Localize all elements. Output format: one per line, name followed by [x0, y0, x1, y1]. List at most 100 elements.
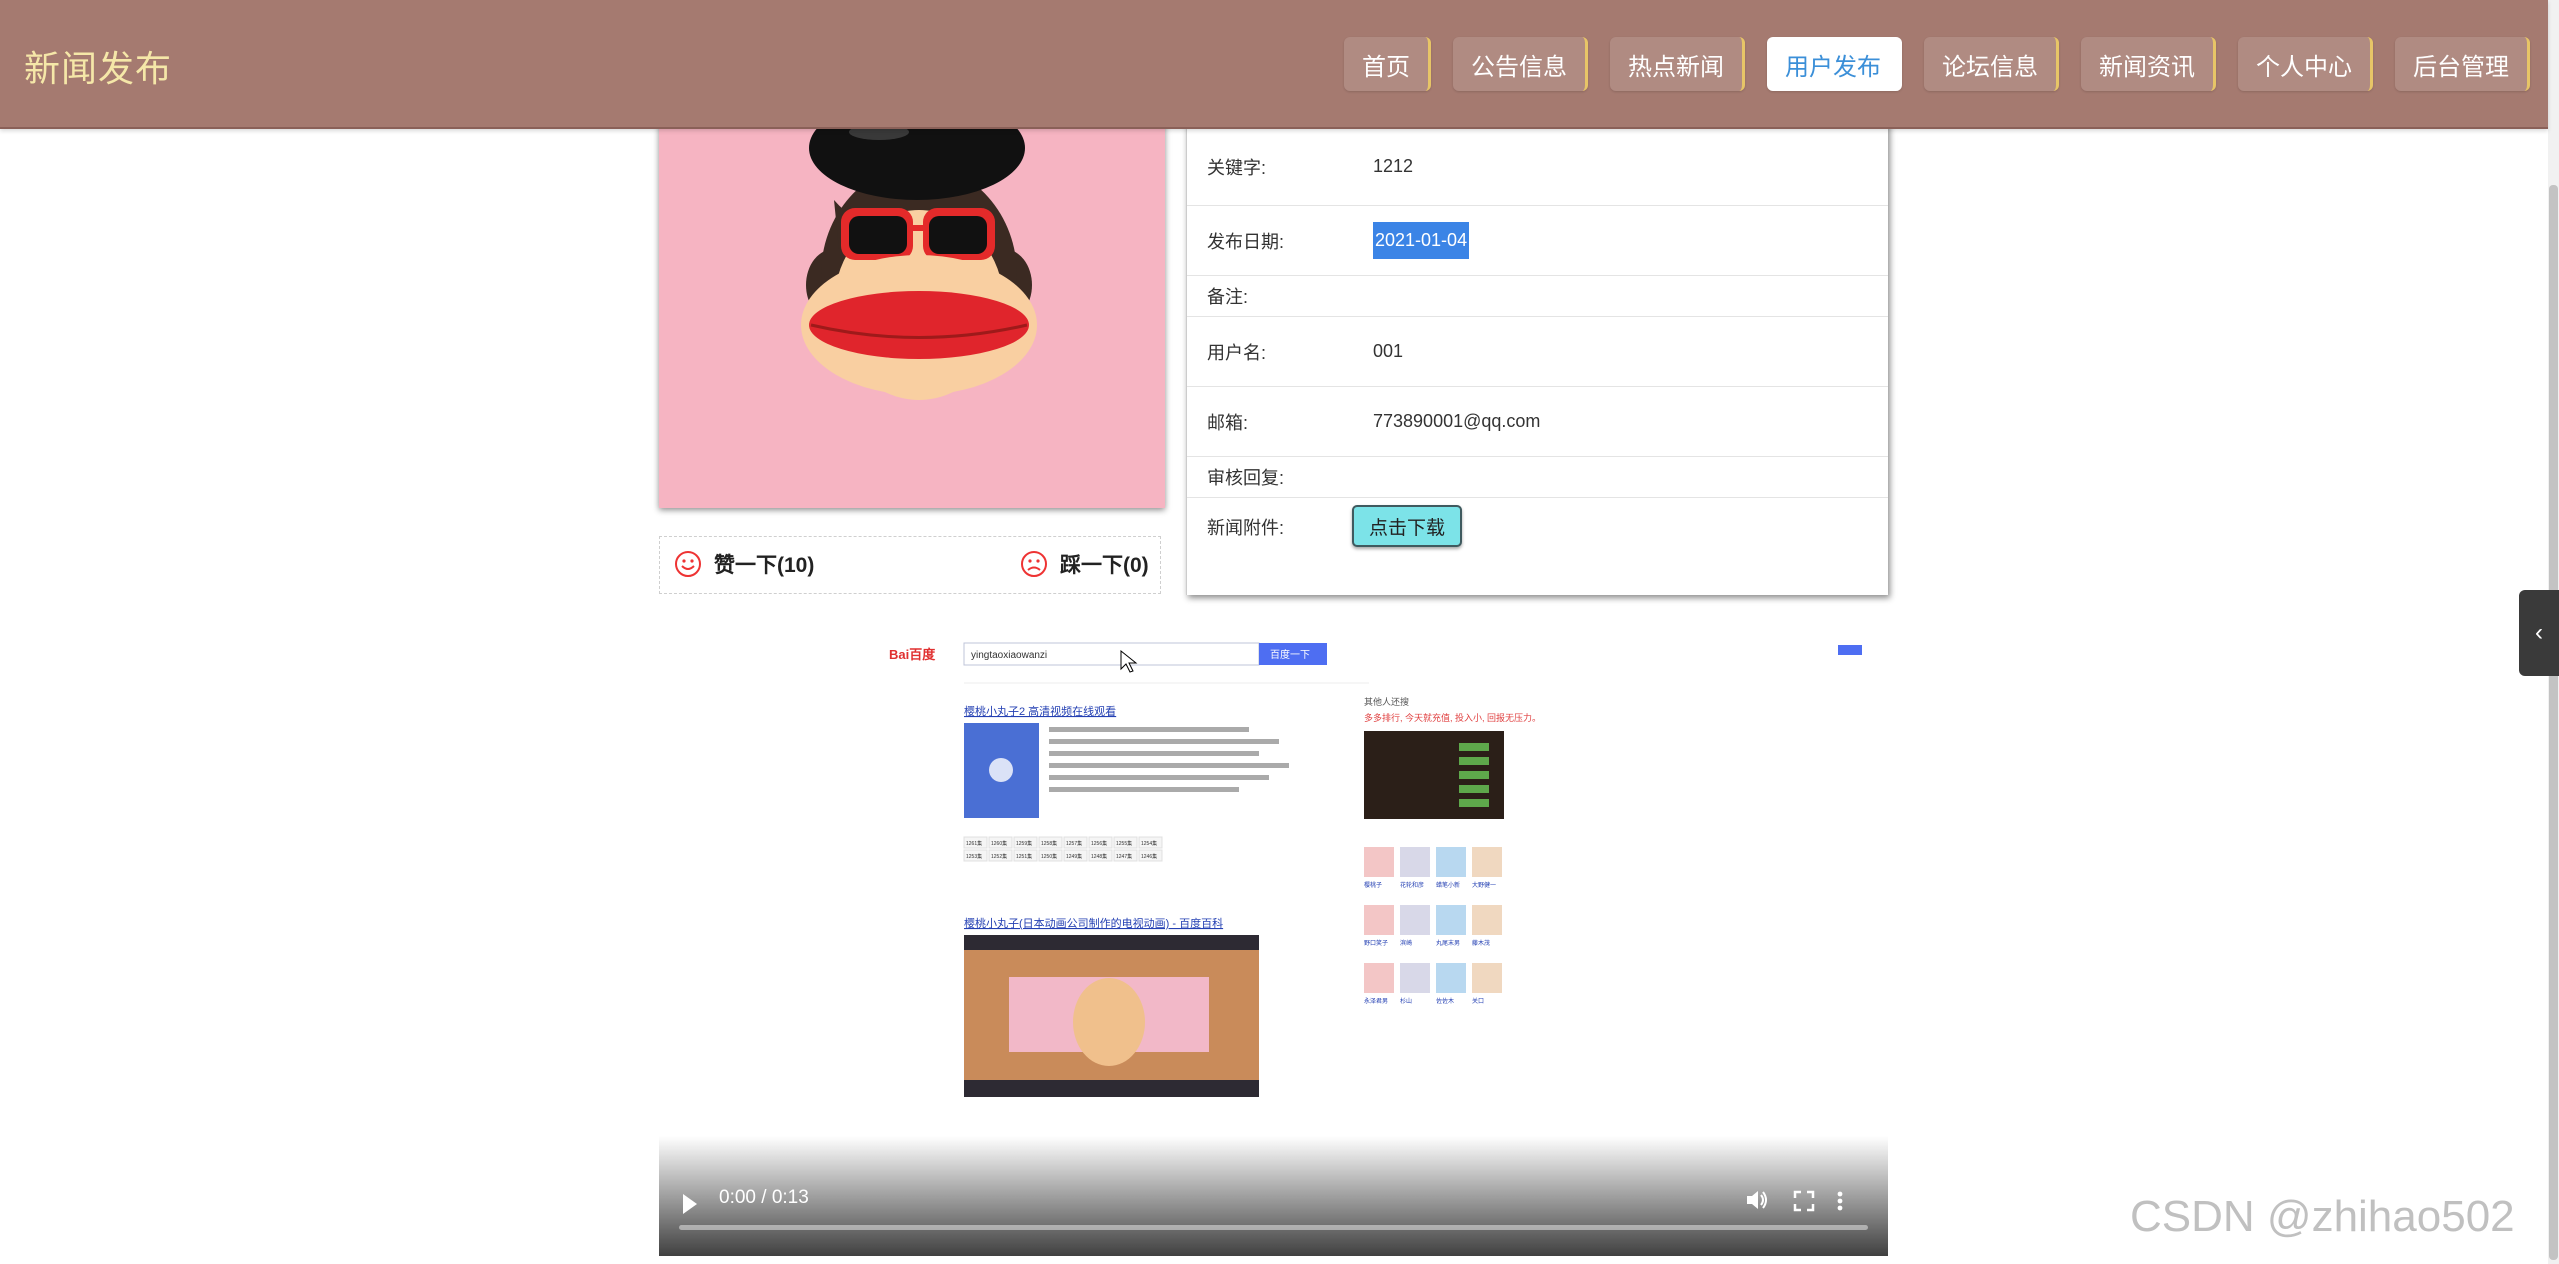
frame-character-avatar: [1436, 905, 1466, 935]
frame-episode-label: 1254集: [1141, 840, 1157, 847]
video-more-button[interactable]: [1835, 1189, 1845, 1218]
frame-result-title-1: 樱桃小丸子2 高清视频在线观看: [964, 704, 1116, 718]
volume-button[interactable]: [1744, 1187, 1770, 1218]
frame-character-name: 永泽君男: [1364, 997, 1388, 1005]
keyword-label: 关键字:: [1207, 157, 1267, 178]
frame-character-name: 关口: [1472, 997, 1484, 1005]
attachment-row: 新闻附件: 点击下载: [1187, 498, 1888, 556]
frame-character-name: 丸尾末男: [1436, 939, 1460, 947]
vote-panel: 赞一下(10) 踩一下(0): [659, 536, 1161, 594]
dislike-button[interactable]: 踩一下(0): [1020, 549, 1149, 579]
frame-episode-label: 1259集: [1016, 840, 1032, 847]
frame-character-avatar: [1436, 847, 1466, 877]
review-label: 审核回复:: [1207, 468, 1285, 488]
frame-result-title-2: 樱桃小丸子(日本动画公司制作的电视动画) - 百度百科: [964, 916, 1223, 930]
play-icon: [683, 1194, 697, 1214]
frame-ad-text: 多多排行, 今天就充值, 投入小, 回报无压力。: [1364, 712, 1541, 723]
frame-character-avatar: [1364, 905, 1394, 935]
frame-episode-label: 1247集: [1116, 853, 1132, 860]
remark-row: 备注:: [1187, 276, 1888, 317]
frame-episode-label: 1248集: [1091, 853, 1107, 860]
username-value: 001: [1373, 341, 1404, 361]
remark-label: 备注:: [1207, 287, 1249, 307]
frame-character-name: 野口笑子: [1364, 939, 1388, 947]
monkey-illustration: [659, 100, 1165, 508]
nav-user-publish[interactable]: 用户发布: [1767, 37, 1902, 91]
frame-character-name: 大野健一: [1472, 881, 1496, 889]
frame-episode-label: 1250集: [1041, 853, 1057, 860]
attachment-label: 新闻附件:: [1207, 518, 1285, 538]
username-label: 用户名:: [1207, 342, 1267, 363]
csdn-watermark: CSDN @zhihao502: [2130, 1192, 2515, 1241]
play-button[interactable]: [679, 1192, 699, 1216]
chevron-left-icon: ‹: [2535, 619, 2543, 646]
frame-character-avatar: [1472, 847, 1502, 877]
frame-character-name: 藤木茂: [1472, 939, 1490, 947]
frame-character-name: 杉山: [1400, 997, 1412, 1005]
dislike-count-label: 踩一下(0): [1060, 554, 1149, 577]
video-controls: 0:00 / 0:13: [659, 1136, 1888, 1256]
volume-icon: [1747, 1191, 1767, 1209]
nav-admin[interactable]: 后台管理: [2395, 37, 2530, 91]
frame-logo: Bai百度: [889, 647, 936, 662]
frame-episode-label: 1256集: [1091, 840, 1107, 847]
page-scrollbar-thumb[interactable]: [2549, 185, 2558, 1260]
frame-episode-label: 1246集: [1141, 853, 1157, 860]
frame-character-avatar: [1400, 847, 1430, 877]
frame-character-avatar: [1472, 905, 1502, 935]
nav-forum[interactable]: 论坛信息: [1924, 37, 2059, 91]
video-progress-bar[interactable]: [679, 1225, 1868, 1230]
keyword-row: 关键字: 1212: [1187, 128, 1888, 206]
more-vertical-icon: [1837, 1191, 1843, 1211]
frame-character-avatar: [1400, 963, 1430, 993]
like-button[interactable]: 赞一下(10): [674, 549, 814, 579]
frame-character-avatar: [1364, 963, 1394, 993]
frame-character-name: 蜡笔小新: [1436, 881, 1460, 889]
fullscreen-button[interactable]: [1792, 1189, 1816, 1218]
frame-episode-label: 1260集: [991, 840, 1007, 847]
nav-home[interactable]: 首页: [1344, 37, 1431, 91]
side-collapse-tab[interactable]: ‹: [2519, 590, 2559, 676]
nav-personal-center[interactable]: 个人中心: [2238, 37, 2373, 91]
frame-search-button: 百度一下: [1270, 648, 1310, 661]
frame-character-name: 花轮和彦: [1400, 881, 1424, 889]
frame-query: yingtaoxiaowanzi: [971, 650, 1047, 661]
frame-episode-label: 1249集: [1066, 853, 1082, 860]
email-value: 773890001@qq.com: [1373, 411, 1541, 431]
news-cover-image: [659, 100, 1165, 508]
date-row: 发布日期: 2021-01-04: [1187, 206, 1888, 276]
nav-hot-news[interactable]: 热点新闻: [1610, 37, 1745, 91]
nav-announcements[interactable]: 公告信息: [1453, 37, 1588, 91]
frame-episode-label: 1258集: [1041, 840, 1057, 847]
review-row: 审核回复:: [1187, 457, 1888, 498]
date-label: 发布日期:: [1207, 231, 1285, 252]
frame-episode-label: 1253集: [966, 853, 982, 860]
smile-icon: [675, 551, 701, 577]
fullscreen-icon: [1793, 1190, 1815, 1212]
frame-episode-label: 1257集: [1066, 840, 1082, 847]
frame-episode-label: 1255集: [1116, 840, 1132, 847]
frame-character-name: 滨崎: [1400, 939, 1412, 947]
nav-news-info[interactable]: 新闻资讯: [2081, 37, 2216, 91]
date-value: 2021-01-04: [1373, 222, 1470, 259]
frame-character-avatar: [1436, 963, 1466, 993]
frame-character-name: 佐佐木: [1436, 997, 1454, 1005]
frown-icon: [1021, 551, 1047, 577]
frame-character-avatar: [1400, 905, 1430, 935]
frame-episode-label: 1252集: [991, 853, 1007, 860]
frame-character-avatar: [1364, 847, 1394, 877]
frame-character-name: 樱桃子: [1364, 881, 1382, 889]
video-time: 0:00 / 0:13: [719, 1187, 809, 1208]
frame-character-avatar: [1472, 963, 1502, 993]
email-label: 邮箱:: [1207, 412, 1249, 433]
top-navbar: 新闻发布 首页 公告信息 热点新闻 用户发布 论坛信息 新闻资讯 个人中心 后台…: [0, 0, 2548, 129]
frame-episode-label: 1251集: [1016, 853, 1032, 860]
username-row: 用户名: 001: [1187, 317, 1888, 387]
download-button[interactable]: 点击下载: [1352, 505, 1462, 547]
email-row: 邮箱: 773890001@qq.com: [1187, 387, 1888, 457]
site-title[interactable]: 新闻发布: [24, 40, 172, 92]
frame-ad-header: 其他人还搜: [1364, 696, 1409, 707]
like-count-label: 赞一下(10): [714, 554, 815, 577]
frame-episode-label: 1261集: [966, 840, 982, 847]
video-player[interactable]: Bai百度 yingtaoxiaowanzi 百度一下 樱桃小丸子2 高清视频在…: [659, 637, 1888, 1256]
